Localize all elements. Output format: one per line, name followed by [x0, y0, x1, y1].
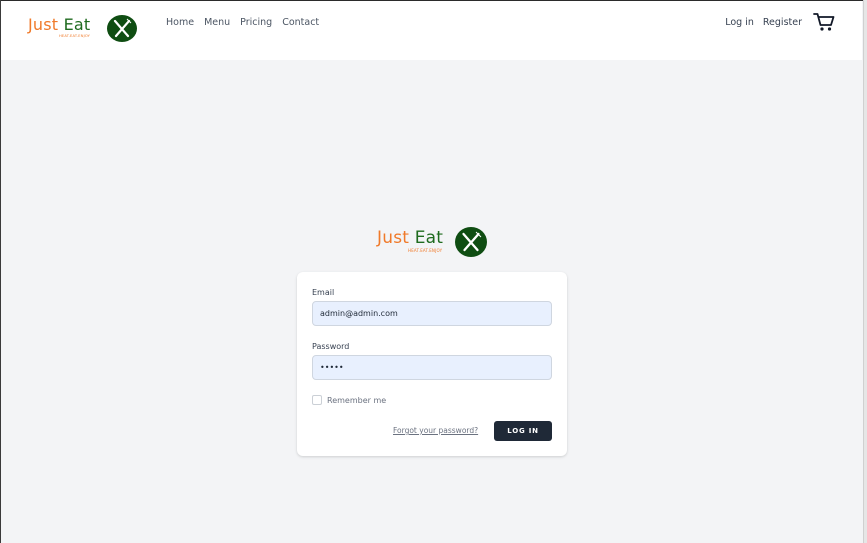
login-brand-name-second: Eat [414, 228, 444, 248]
login-brand-wordmark: Just Eat [377, 228, 443, 248]
nav-link-home[interactable]: Home [166, 17, 194, 28]
remember-me-row: Remember me [312, 395, 386, 405]
login-brand-logo: Just Eat HEAT.EAT.ENJOY [377, 226, 489, 260]
nav-link-menu[interactable]: Menu [204, 17, 230, 28]
login-brand-name-first: Just [377, 228, 410, 248]
register-link[interactable]: Register [763, 17, 802, 28]
fork-knife-logo-icon [107, 15, 137, 42]
login-fork-knife-icon [455, 227, 487, 257]
top-navbar: Just Eat HEAT.EAT.ENJOY Home Menu Pricin… [1, 1, 862, 60]
brand-name-second: Eat [63, 15, 91, 34]
login-link[interactable]: Log in [725, 17, 754, 28]
password-label: Password [312, 342, 350, 351]
password-field[interactable] [312, 355, 552, 380]
brand-wordmark: Just Eat [28, 15, 90, 34]
forgot-password-link[interactable]: Forgot your password? [393, 426, 478, 435]
window-left-border [0, 0, 1, 543]
login-button[interactable]: LOG IN [494, 421, 552, 441]
email-field[interactable] [312, 301, 552, 326]
brand-name-first: Just [28, 15, 59, 34]
cart-icon[interactable] [813, 12, 835, 32]
main-nav: Home Menu Pricing Contact [166, 17, 319, 28]
login-form-card: Email Password Remember me Forgot your p… [297, 272, 567, 456]
brand-tagline: HEAT.EAT.ENJOY [59, 34, 91, 38]
login-brand-tagline: HEAT.EAT.ENJOY [408, 248, 443, 253]
brand-logo-link[interactable]: Just Eat HEAT.EAT.ENJOY [28, 14, 140, 44]
nav-link-pricing[interactable]: Pricing [240, 17, 272, 28]
remember-me-checkbox[interactable] [312, 395, 322, 405]
nav-link-contact[interactable]: Contact [282, 17, 319, 28]
remember-me-label: Remember me [327, 395, 387, 405]
email-label: Email [312, 288, 335, 297]
nav-account-area: Log in Register [725, 12, 835, 32]
scrollbar-track[interactable] [863, 0, 867, 543]
